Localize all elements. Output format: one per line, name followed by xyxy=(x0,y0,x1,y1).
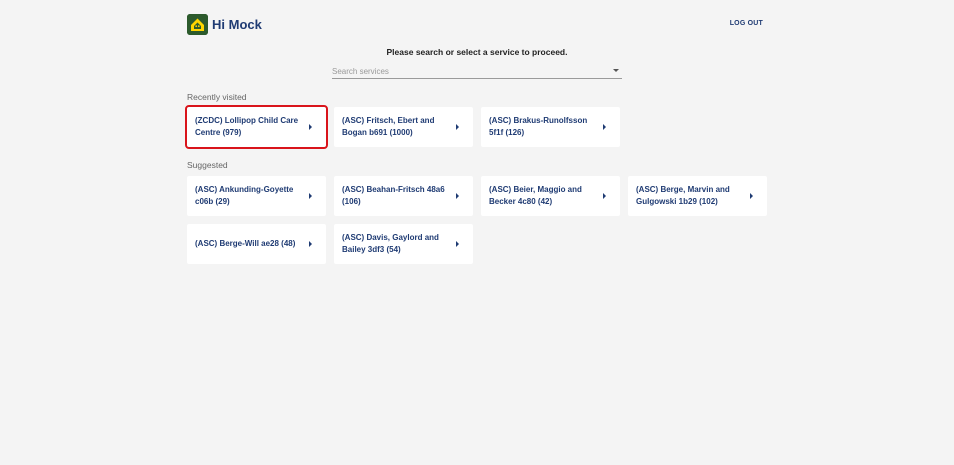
chevron-right-icon xyxy=(456,124,459,130)
service-card-name: (ASC) Berge-Will ae28 (48) xyxy=(195,239,296,248)
service-card-name: (ASC) Beier, Maggio and Becker 4c80 (42) xyxy=(489,185,582,206)
suggested-heading: Suggested xyxy=(187,160,228,170)
service-card-name: (ASC) Beahan-Fritsch 48a6 (106) xyxy=(342,185,445,206)
service-card-name: (ZCDC) Lollipop Child Care Centre (979) xyxy=(195,116,299,137)
chevron-right-icon xyxy=(603,124,606,130)
chevron-right-icon xyxy=(456,241,459,247)
service-card-suggested[interactable]: (ASC) Davis, Gaylord and Bailey 3df3 (54… xyxy=(334,224,473,264)
service-card-suggested[interactable]: (ASC) Beahan-Fritsch 48a6 (106) xyxy=(334,176,473,216)
header: Hi Mock LOG OUT xyxy=(187,14,767,36)
dropdown-caret-icon[interactable] xyxy=(613,69,619,72)
service-card-recent[interactable]: (ZCDC) Lollipop Child Care Centre (979) xyxy=(185,105,328,149)
chevron-right-icon xyxy=(309,124,312,130)
service-card-name: (ASC) Berge, Marvin and Gulgowski 1b29 (… xyxy=(636,185,730,206)
service-card-name: (ASC) Brakus-Runolfsson 5f1f (126) xyxy=(489,116,588,137)
logout-link[interactable]: LOG OUT xyxy=(730,20,763,27)
chevron-right-icon xyxy=(603,193,606,199)
service-card-suggested[interactable]: (ASC) Ankunding-Goyette c06b (29) xyxy=(187,176,326,216)
app-logo-icon xyxy=(187,14,208,35)
search-services-field[interactable] xyxy=(332,64,622,79)
service-card-suggested[interactable]: (ASC) Berge-Will ae28 (48) xyxy=(187,224,326,264)
instruction-text: Please search or select a service to pro… xyxy=(386,47,568,57)
search-input[interactable] xyxy=(332,64,602,78)
service-card-name: (ASC) Fritsch, Ebert and Bogan b691 (100… xyxy=(342,116,435,137)
service-card-suggested[interactable]: (ASC) Beier, Maggio and Becker 4c80 (42) xyxy=(481,176,620,216)
chevron-right-icon xyxy=(309,241,312,247)
service-card-suggested[interactable]: (ASC) Berge, Marvin and Gulgowski 1b29 (… xyxy=(628,176,767,216)
service-card-recent[interactable]: (ASC) Brakus-Runolfsson 5f1f (126) xyxy=(481,107,620,147)
chevron-right-icon xyxy=(750,193,753,199)
chevron-right-icon xyxy=(456,193,459,199)
service-card-recent[interactable]: (ASC) Fritsch, Ebert and Bogan b691 (100… xyxy=(334,107,473,147)
chevron-right-icon xyxy=(309,193,312,199)
recently-visited-heading: Recently visited xyxy=(187,92,247,102)
greeting-title: Hi Mock xyxy=(212,17,262,32)
service-selection-page: Hi Mock LOG OUT Please search or select … xyxy=(0,0,954,465)
service-card-name: (ASC) Davis, Gaylord and Bailey 3df3 (54… xyxy=(342,233,439,254)
service-card-name: (ASC) Ankunding-Goyette c06b (29) xyxy=(195,185,294,206)
